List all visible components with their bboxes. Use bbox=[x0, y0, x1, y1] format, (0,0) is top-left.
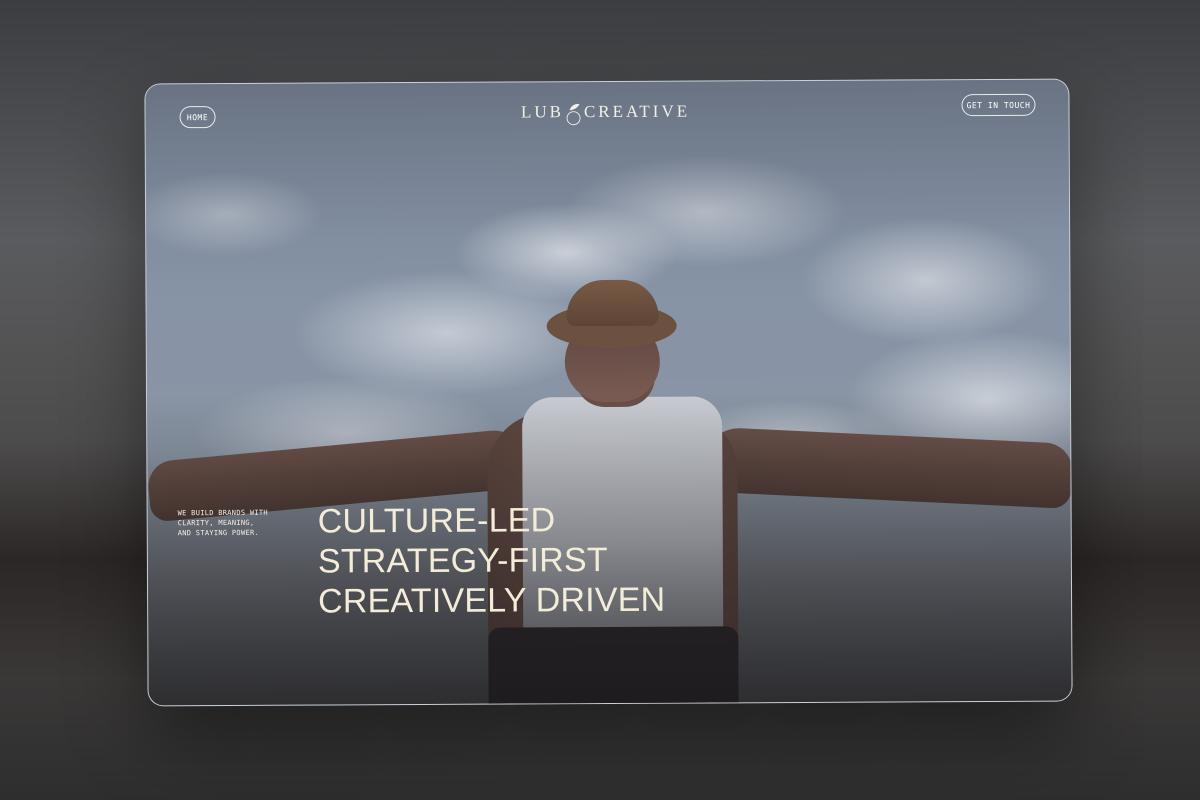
home-nav-button[interactable]: HOME bbox=[179, 106, 216, 129]
logo-text-right: CREATIVE bbox=[583, 101, 691, 122]
tagline-line: AND STAYING POWER. bbox=[177, 528, 260, 538]
tagline-line: CLARITY, MEANING, bbox=[177, 518, 255, 528]
website-preview-card: HOME LUB CREATIVE GET IN TOUCH WE BUILD … bbox=[144, 78, 1073, 707]
home-nav-label: HOME bbox=[186, 112, 209, 122]
hero-tagline: WE BUILD BRANDS WITH CLARITY, MEANING, A… bbox=[178, 508, 298, 539]
tagline-line: WE BUILD BRANDS WITH bbox=[177, 508, 268, 518]
headline-line: STRATEGY-FIRST bbox=[317, 541, 608, 581]
logo-text-left: LUB bbox=[520, 102, 564, 122]
site-logo[interactable]: LUB CREATIVE bbox=[505, 97, 705, 126]
get-in-touch-button[interactable]: GET IN TOUCH bbox=[961, 93, 1036, 117]
headline-line: CREATIVELY DRIVEN bbox=[317, 580, 666, 621]
leaf-circle-mark-icon bbox=[566, 101, 582, 126]
hero-headline: CULTURE-LED STRATEGY-FIRST CREATIVELY DR… bbox=[318, 500, 666, 622]
get-in-touch-label: GET IN TOUCH bbox=[966, 100, 1031, 110]
headline-line: CULTURE-LED bbox=[317, 501, 556, 541]
